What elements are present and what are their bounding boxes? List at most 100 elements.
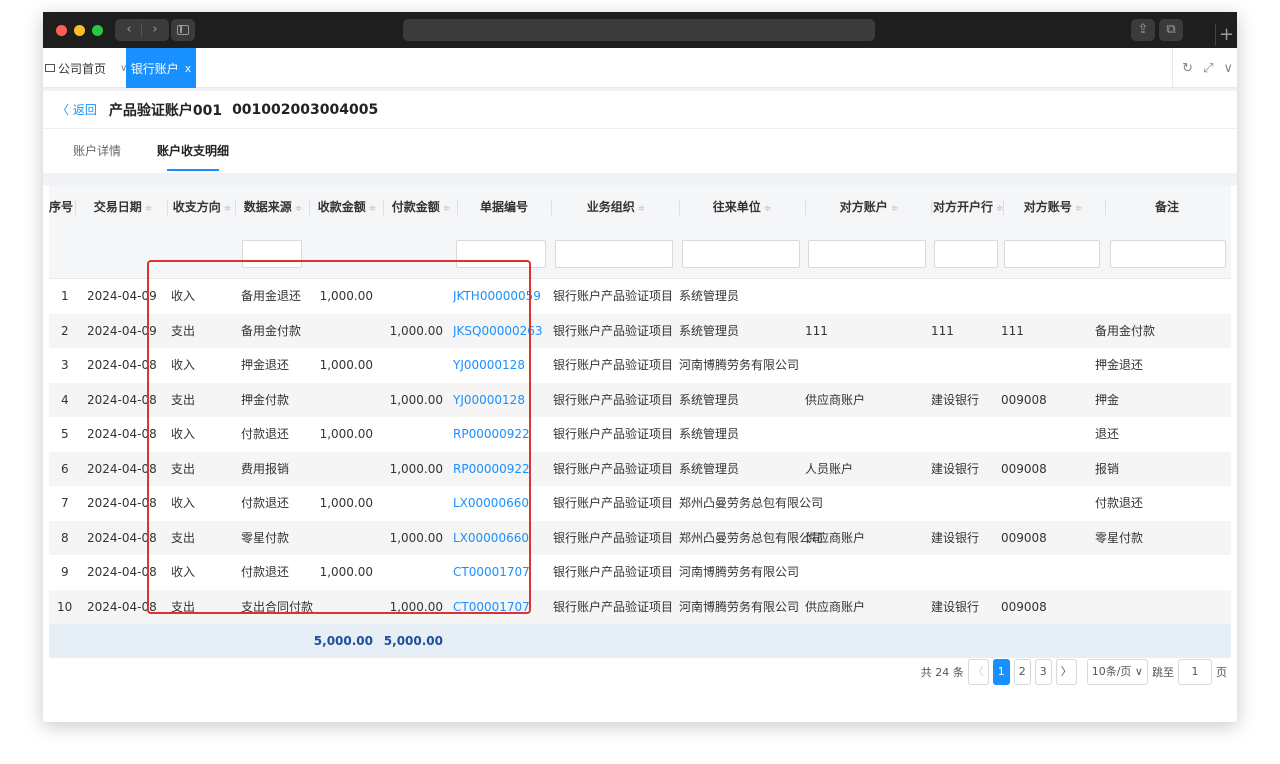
tab-overview-icon[interactable]: ⧉	[1159, 19, 1183, 41]
page-button-2[interactable]: 2	[1013, 659, 1031, 685]
column-header-cp-account[interactable]: 对方账户 ≑	[807, 185, 931, 229]
row-direction: 支出	[171, 461, 196, 476]
table-row[interactable]: 2 2024-04-09 支出 备用金付款 1,000.00 JKSQ00000…	[49, 313, 1231, 349]
browser-window: ‹ › ⇪ ⧉ + 公司首页 ∨ 银行账户 x ↻ ⤢ ∨ 〈 返回 产品验证账户…	[43, 12, 1237, 722]
table-row[interactable]: 9 2024-04-08 收入 付款退还 1,000.00 CT00001707…	[49, 555, 1231, 590]
source-filter-input[interactable]	[242, 240, 302, 268]
table-row[interactable]: 8 2024-04-08 支出 零星付款 1,000.00 LX00000660…	[49, 520, 1231, 556]
refresh-icon[interactable]: ↻	[1182, 61, 1193, 76]
column-header-org[interactable]: 业务组织 ≑	[553, 185, 679, 229]
row-receipt: 1,000.00	[319, 565, 373, 579]
table-row[interactable]: 4 2024-04-08 支出 押金付款 1,000.00 YJ00000128…	[49, 382, 1231, 418]
row-receipt: 1,000.00	[319, 496, 373, 510]
table-row[interactable]: 3 2024-04-08 收入 押金退还 1,000.00 YJ00000128…	[49, 348, 1231, 383]
row-cp-number: 009008	[1001, 392, 1047, 407]
sort-caret-icon[interactable]: ≑	[224, 204, 232, 214]
back-link[interactable]: 〈 返回	[57, 101, 97, 118]
doc-link[interactable]: RP00000922	[453, 417, 530, 452]
sort-caret-icon[interactable]: ≑	[1075, 204, 1083, 214]
row-org: 银行账户产品验证项目	[553, 392, 674, 407]
next-page-button[interactable]: 〉	[1055, 659, 1077, 685]
sort-caret-icon[interactable]: ≑	[638, 204, 646, 214]
sort-caret-icon[interactable]: ≑	[369, 204, 377, 214]
table-row[interactable]: 7 2024-04-08 收入 付款退还 1,000.00 LX00000660…	[49, 486, 1231, 521]
row-cp-account: 人员账户	[805, 461, 854, 476]
row-receipt	[309, 314, 373, 349]
column-header-partner[interactable]: 往来单位 ≑	[681, 185, 803, 229]
sort-caret-icon[interactable]: ≑	[443, 204, 451, 214]
row-remark: 退还	[1095, 427, 1120, 441]
tab-account-transactions[interactable]: 账户收支明细	[157, 129, 229, 173]
tab-bank-account[interactable]: 银行账户 x	[126, 48, 196, 88]
doc-link[interactable]: YJ00000128	[453, 348, 525, 383]
table-row[interactable]: 1 2024-04-09 收入 备用金退还 1,000.00 JKTH00000…	[49, 279, 1231, 314]
prev-page-button[interactable]: 〈	[967, 659, 989, 685]
browser-back-icon[interactable]: ‹	[116, 19, 142, 41]
row-no: 6	[61, 461, 69, 476]
doc-link[interactable]: LX00000660	[453, 521, 529, 556]
doc-link[interactable]: RP00000922	[453, 452, 530, 487]
row-payment	[379, 348, 443, 383]
total-receipt: 5,000.00	[313, 634, 373, 648]
minimize-window-button[interactable]	[74, 25, 85, 36]
table-row[interactable]: 5 2024-04-08 收入 付款退还 1,000.00 RP00000922…	[49, 417, 1231, 452]
column-header-cp-number[interactable]: 对方账号 ≑	[1005, 185, 1101, 229]
doc-link[interactable]: CT00001707	[453, 590, 530, 625]
row-org: 银行账户产品验证项目	[553, 565, 674, 579]
row-cp-account: 111	[805, 323, 828, 338]
table-row[interactable]: 6 2024-04-08 支出 费用报销 1,000.00 RP00000922…	[49, 451, 1231, 487]
page-button-3[interactable]: 3	[1034, 659, 1052, 685]
cp-number-filter-input[interactable]	[1004, 240, 1100, 268]
row-date: 2024-04-08	[87, 392, 157, 407]
cp-bank-filter-input[interactable]	[934, 240, 998, 268]
goto-page-input[interactable]: 1	[1178, 659, 1212, 685]
address-bar[interactable]	[403, 19, 875, 41]
column-header-date[interactable]: 交易日期 ≑	[77, 185, 169, 229]
account-name: 产品验证账户001	[108, 102, 223, 119]
sort-caret-icon[interactable]: ≑	[145, 204, 153, 214]
share-icon[interactable]: ⇪	[1131, 19, 1155, 41]
partner-filter-input[interactable]	[682, 240, 800, 268]
column-header-payment[interactable]: 付款金额 ≑	[385, 185, 457, 229]
page-size-select[interactable]: 10条/页 ∨	[1086, 659, 1148, 685]
column-header-cp-bank[interactable]: 对方开户行 ≑	[933, 185, 1004, 229]
tab-home[interactable]: 公司首页 ∨	[45, 48, 127, 88]
doc-link[interactable]: YJ00000128	[453, 383, 525, 418]
row-partner: 郑州凸曼劳务总包有限公司	[679, 496, 824, 510]
row-cp-account: 供应商账户	[805, 599, 866, 614]
row-source: 押金退还	[241, 358, 290, 372]
doc-link[interactable]: JKSQ00000263	[453, 314, 543, 349]
sidebar-toggle-icon[interactable]	[171, 19, 195, 41]
sort-caret-icon[interactable]: ≑	[891, 204, 899, 214]
remark-filter-input[interactable]	[1110, 240, 1226, 268]
doc-link[interactable]: CT00001707	[453, 555, 530, 590]
doc-link[interactable]: JKTH00000059	[453, 279, 541, 314]
row-date: 2024-04-08	[87, 599, 157, 614]
tab-account-detail[interactable]: 账户详情	[73, 129, 121, 173]
column-header-receipt[interactable]: 收款金额 ≑	[311, 185, 383, 229]
row-cp-number: 009008	[1001, 530, 1047, 545]
row-remark: 押金退还	[1095, 358, 1144, 372]
doc-filter-input[interactable]	[456, 240, 546, 268]
cp-account-filter-input[interactable]	[808, 240, 926, 268]
doc-link[interactable]: LX00000660	[453, 486, 529, 521]
table-row[interactable]: 10 2024-04-08 支出 支出合同付款 1,000.00 CT00001…	[49, 589, 1231, 625]
browser-forward-icon[interactable]: ›	[142, 19, 168, 41]
close-window-button[interactable]	[56, 25, 67, 36]
chevron-down-icon[interactable]: ∨	[1223, 61, 1233, 76]
sort-caret-icon[interactable]: ≑	[764, 204, 772, 214]
column-header-direction[interactable]: 收支方向 ≑	[169, 185, 235, 229]
org-filter-input[interactable]	[555, 240, 673, 268]
table-header: 序号 交易日期 ≑ 收支方向 ≑ 数据来源 ≑ 收款金额 ≑ 付款金额 ≑ 单据编号 业务…	[49, 185, 1231, 279]
fullscreen-icon[interactable]: ⤢	[1203, 61, 1213, 76]
row-partner: 系统管理员	[679, 392, 740, 407]
row-org: 银行账户产品验证项目	[553, 427, 674, 441]
close-tab-icon[interactable]: x	[185, 62, 192, 75]
row-direction: 收入	[171, 358, 196, 372]
page-button-1[interactable]: 1	[992, 659, 1010, 685]
sort-caret-icon[interactable]: ≑	[295, 204, 303, 214]
column-header-source[interactable]: 数据来源 ≑	[237, 185, 309, 229]
zoom-window-button[interactable]	[92, 25, 103, 36]
table-body: 1 2024-04-09 收入 备用金退还 1,000.00 JKTH00000…	[49, 279, 1231, 624]
new-tab-icon[interactable]: +	[1215, 24, 1237, 46]
